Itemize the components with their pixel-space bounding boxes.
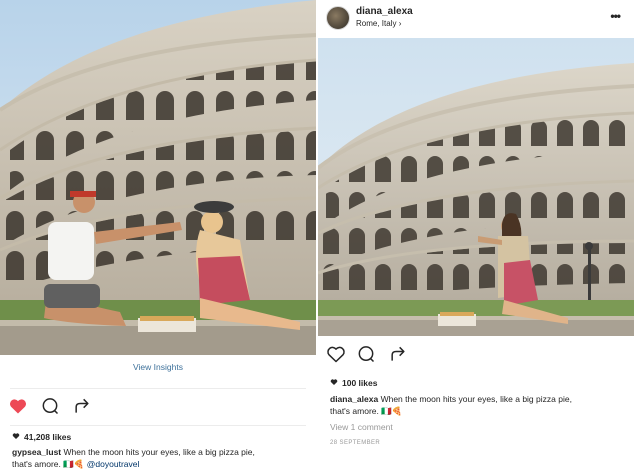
heart-icon[interactable]: [8, 396, 28, 416]
post-username[interactable]: diana_alexa: [356, 6, 413, 17]
caption-text-line2: that's amore.: [12, 458, 61, 469]
post-photo[interactable]: [0, 0, 316, 355]
comment-icon[interactable]: [356, 344, 376, 364]
caption-emoji: 🇮🇹🍕: [63, 458, 85, 469]
post-location[interactable]: Rome, Italy ›: [356, 19, 401, 28]
caption-mention[interactable]: @doyoutravel: [87, 459, 140, 469]
post-right: diana_alexa Rome, Italy › ••• 100 likes …: [318, 0, 634, 472]
chevron-right-icon: ›: [398, 19, 402, 28]
caption-text: When the moon hits your eyes, like a big…: [63, 447, 255, 457]
colosseum-photo: [0, 0, 316, 355]
heart-icon: [12, 432, 20, 442]
caption-emoji: 🇮🇹🍕: [381, 405, 403, 416]
view-insights-link[interactable]: View Insights: [0, 362, 316, 372]
avatar[interactable]: [326, 6, 350, 30]
caption-text-line2: that's amore.: [330, 405, 379, 416]
caption: gypsea_lust When the moon hits your eyes…: [12, 447, 312, 470]
like-count[interactable]: 100 likes: [330, 378, 377, 388]
colosseum-photo: [318, 38, 634, 336]
caption-text: When the moon hits your eyes, like a big…: [380, 394, 572, 404]
post-left: View Insights 41,208 likes gypsea_lust W…: [0, 0, 316, 472]
like-count[interactable]: 41,208 likes: [12, 432, 71, 442]
caption: diana_alexa When the moon hits your eyes…: [330, 394, 630, 417]
post-header: diana_alexa Rome, Italy › •••: [318, 0, 634, 38]
heart-icon: [330, 378, 338, 388]
post-photo[interactable]: [318, 38, 634, 336]
action-bar: [0, 396, 316, 422]
view-comments-link[interactable]: View 1 comment: [330, 422, 393, 432]
location-text: Rome, Italy: [356, 19, 397, 28]
divider: [10, 388, 306, 389]
share-icon[interactable]: [388, 344, 408, 364]
action-bar: [318, 344, 634, 370]
comment-icon[interactable]: [40, 396, 60, 416]
more-icon[interactable]: •••: [610, 9, 621, 23]
post-date: 28 SEPTEMBER: [330, 440, 381, 446]
like-count-text: 41,208 likes: [24, 432, 72, 442]
divider: [10, 425, 306, 426]
heart-icon[interactable]: [326, 344, 346, 364]
like-count-text: 100 likes: [342, 378, 378, 388]
share-icon[interactable]: [72, 396, 92, 416]
caption-username[interactable]: gypsea_lust: [12, 447, 61, 457]
caption-username[interactable]: diana_alexa: [330, 394, 378, 404]
